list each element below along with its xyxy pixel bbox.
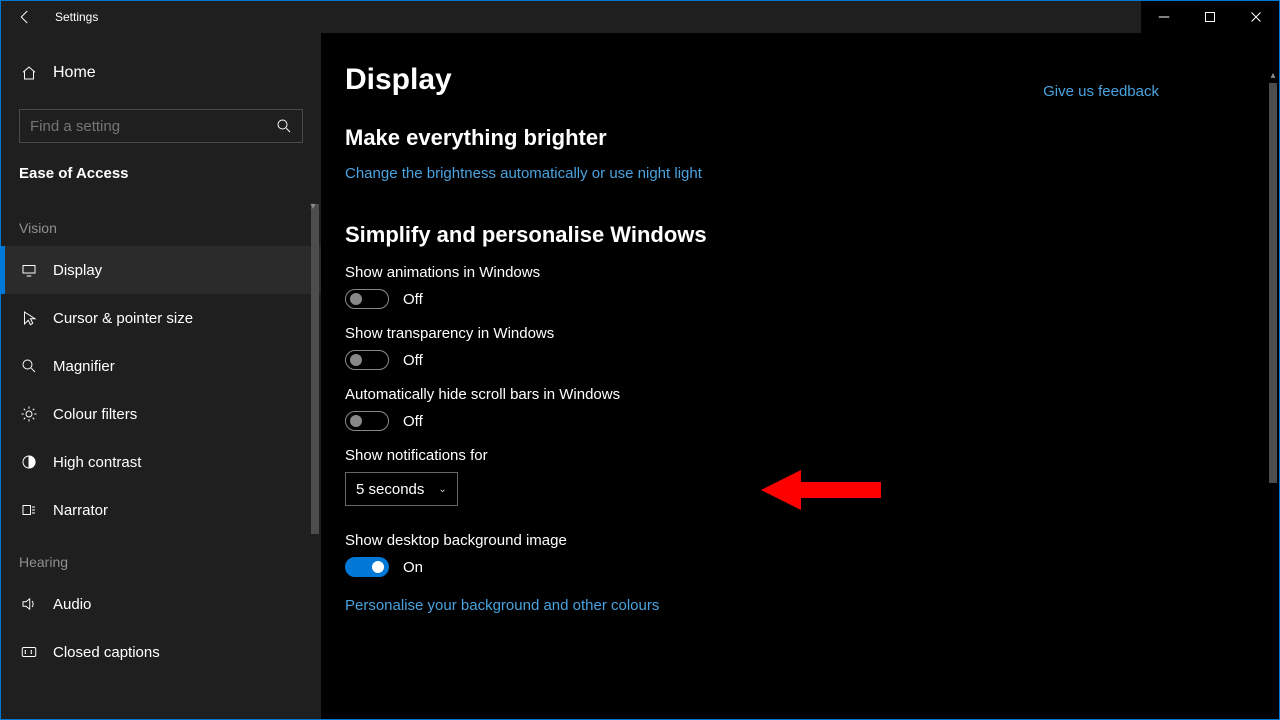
sidebar-home-label: Home: [53, 64, 96, 82]
sidebar-item-audio[interactable]: Audio: [1, 580, 321, 628]
desktop-bg-state: On: [403, 559, 423, 576]
sidebar: Home Ease of Access ▴ Vision Display C: [1, 33, 321, 719]
section-simplify-heading: Simplify and personalise Windows: [345, 222, 1279, 248]
transparency-toggle[interactable]: [345, 350, 389, 370]
audio-icon: [19, 595, 39, 613]
transparency-label: Show transparency in Windows: [345, 325, 1279, 342]
window-title: Settings: [55, 10, 98, 24]
notifications-label: Show notifications for: [345, 447, 1279, 464]
sidebar-item-label: High contrast: [53, 454, 141, 471]
search-input[interactable]: [19, 109, 303, 143]
sidebar-item-closed-captions[interactable]: Closed captions: [1, 628, 321, 676]
magnifier-icon: [19, 357, 39, 375]
sidebar-item-label: Colour filters: [53, 406, 137, 423]
sidebar-scrollbar-thumb[interactable]: [311, 204, 319, 534]
sidebar-home[interactable]: Home: [1, 51, 321, 95]
home-icon: [19, 64, 39, 82]
sidebar-group-hearing: Hearing: [1, 534, 321, 580]
notifications-value: 5 seconds: [356, 481, 424, 498]
personalise-link[interactable]: Personalise your background and other co…: [345, 597, 659, 614]
arrow-left-icon: [16, 8, 34, 26]
minimize-button[interactable]: [1141, 1, 1187, 33]
sidebar-item-label: Closed captions: [53, 644, 160, 661]
chevron-down-icon: ⌄: [438, 484, 446, 495]
desktop-bg-toggle[interactable]: [345, 557, 389, 577]
sidebar-item-display[interactable]: Display: [1, 246, 321, 294]
sidebar-item-magnifier[interactable]: Magnifier: [1, 342, 321, 390]
maximize-icon: [1201, 8, 1219, 26]
hide-scrollbars-label: Automatically hide scroll bars in Window…: [345, 386, 1279, 403]
sidebar-item-label: Narrator: [53, 502, 108, 519]
sidebar-item-label: Cursor & pointer size: [53, 310, 193, 327]
sidebar-item-colour-filters[interactable]: Colour filters: [1, 390, 321, 438]
animations-label: Show animations in Windows: [345, 264, 1279, 281]
sidebar-item-label: Audio: [53, 596, 91, 613]
animations-state: Off: [403, 291, 423, 308]
sidebar-scroll[interactable]: ▴ Vision Display Cursor & pointer size M…: [1, 200, 321, 719]
content-scroll-up-icon[interactable]: ▴: [1267, 69, 1279, 81]
hide-scrollbars-toggle[interactable]: [345, 411, 389, 431]
captions-icon: [19, 643, 39, 661]
notifications-select[interactable]: 5 seconds ⌄: [345, 472, 458, 506]
sidebar-item-label: Magnifier: [53, 358, 115, 375]
content-scrollbar-thumb[interactable]: [1269, 83, 1277, 483]
back-button[interactable]: [1, 1, 49, 33]
maximize-button[interactable]: [1187, 1, 1233, 33]
close-icon: [1247, 8, 1265, 26]
sidebar-item-high-contrast[interactable]: High contrast: [1, 438, 321, 486]
sidebar-item-cursor[interactable]: Cursor & pointer size: [1, 294, 321, 342]
sidebar-section-title: Ease of Access: [1, 143, 321, 190]
close-button[interactable]: [1233, 1, 1279, 33]
sidebar-group-vision: Vision: [1, 200, 321, 246]
brightness-link[interactable]: Change the brightness automatically or u…: [345, 165, 702, 182]
transparency-state: Off: [403, 352, 423, 369]
titlebar: Settings: [1, 1, 1279, 33]
animations-toggle[interactable]: [345, 289, 389, 309]
display-icon: [19, 261, 39, 279]
sidebar-item-label: Display: [53, 262, 102, 279]
annotation-red-arrow: [761, 470, 891, 515]
search-icon: [275, 117, 293, 138]
hide-scrollbars-state: Off: [403, 413, 423, 430]
cursor-icon: [19, 309, 39, 327]
scroll-down-icon[interactable]: ▾: [307, 200, 319, 212]
sun-icon: [19, 405, 39, 423]
feedback-link[interactable]: Give us feedback: [1043, 83, 1159, 100]
narrator-icon: [19, 501, 39, 519]
contrast-icon: [19, 453, 39, 471]
minimize-icon: [1155, 8, 1173, 26]
content-pane: Display Give us feedback ▴ Make everythi…: [321, 33, 1279, 719]
section-brighter-heading: Make everything brighter: [345, 125, 1279, 151]
sidebar-item-narrator[interactable]: Narrator: [1, 486, 321, 534]
desktop-bg-label: Show desktop background image: [345, 532, 1279, 549]
